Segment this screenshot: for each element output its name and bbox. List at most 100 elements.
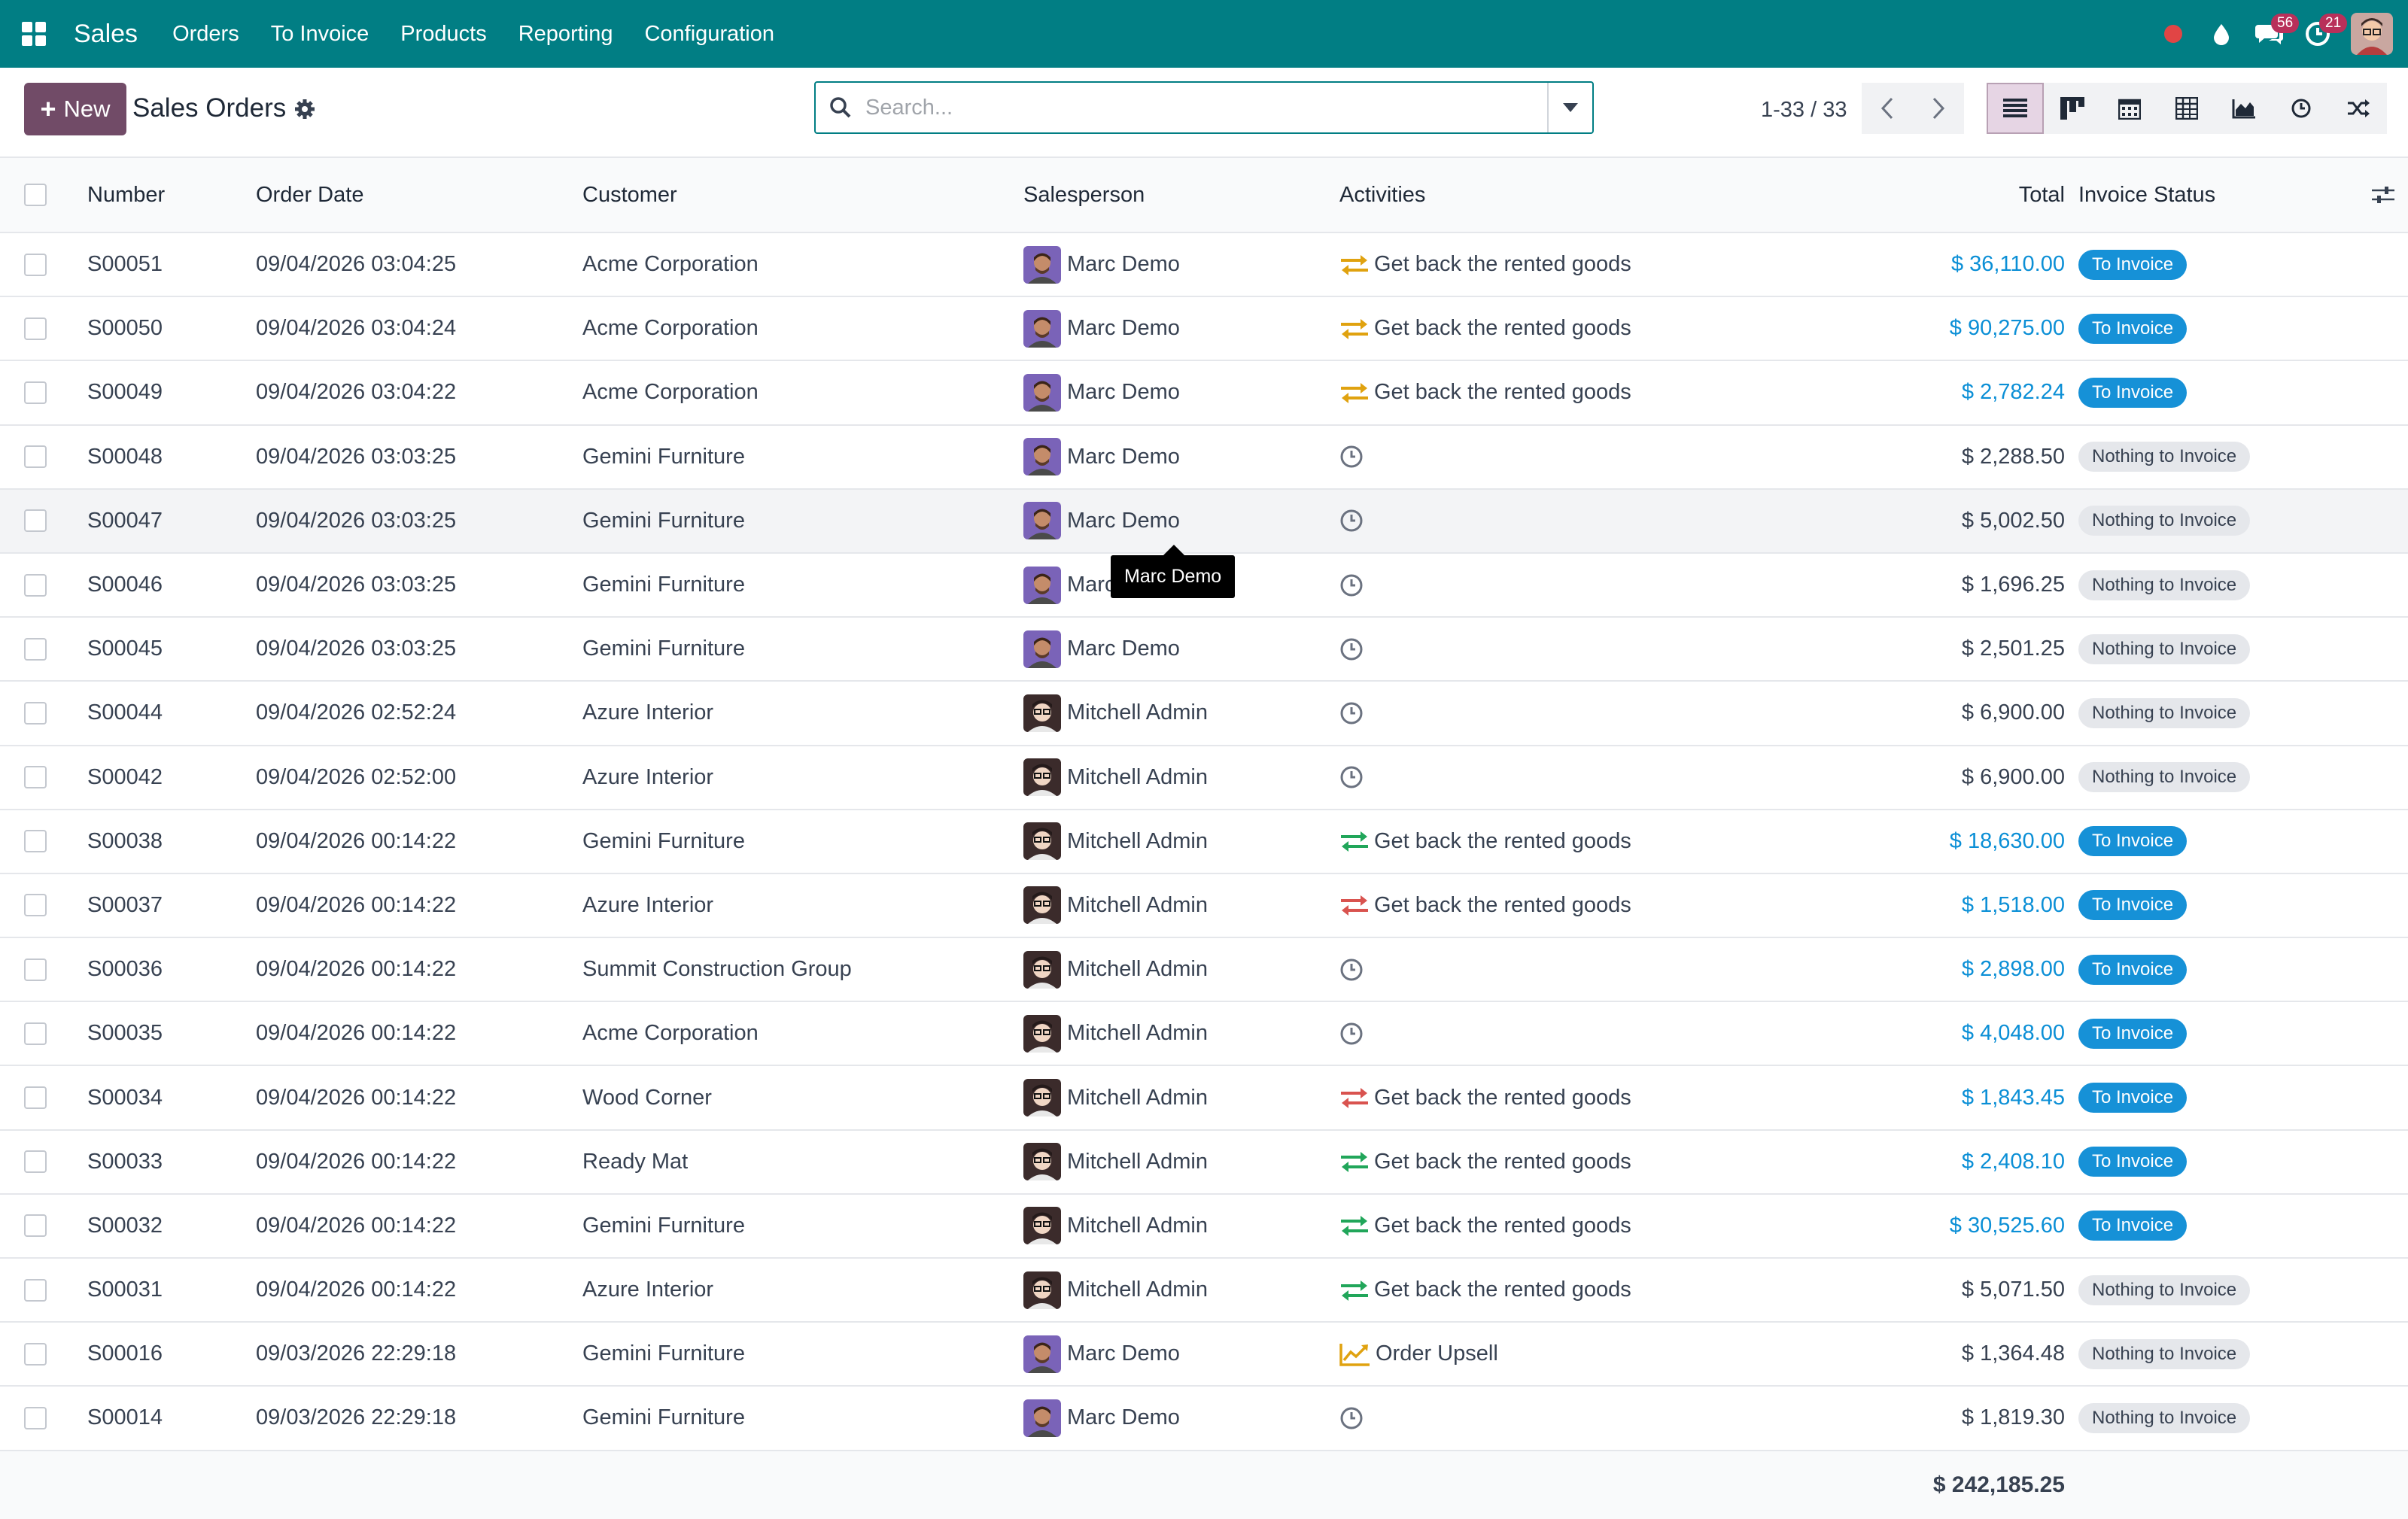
table-row[interactable]: S00038 09/04/2026 00:14:22 Gemini Furnit…	[0, 810, 2408, 874]
row-checkbox[interactable]	[24, 253, 47, 276]
menu-orders[interactable]: Orders	[172, 22, 239, 47]
salesperson-avatar[interactable]	[1023, 1014, 1061, 1053]
exchange-icon[interactable]	[1339, 254, 1370, 276]
clock-icon[interactable]	[1339, 958, 1364, 982]
row-checkbox[interactable]	[24, 381, 47, 404]
pager-next-button[interactable]	[1913, 83, 1964, 134]
salesperson-avatar[interactable]	[1023, 630, 1061, 668]
clock-icon[interactable]	[1339, 701, 1364, 725]
menu-reporting[interactable]: Reporting	[518, 22, 613, 47]
search-options-toggle[interactable]	[1547, 83, 1592, 132]
table-row[interactable]: S00014 09/03/2026 22:29:18 Gemini Furnit…	[0, 1387, 2408, 1451]
clock-icon[interactable]	[1339, 509, 1364, 533]
header-invoice-status[interactable]: Invoice Status	[2078, 158, 2215, 232]
salesperson-avatar[interactable]	[1023, 309, 1061, 348]
salesperson-cell[interactable]: Mitchell Admin	[1023, 938, 1208, 1001]
activity-cell[interactable]: Get back the rented goods	[1339, 233, 1631, 296]
table-row[interactable]: S00042 09/04/2026 02:52:00 Azure Interio…	[0, 746, 2408, 810]
salesperson-cell[interactable]: Mitchell Admin	[1023, 1131, 1208, 1193]
activity-cell[interactable]: Get back the rented goods	[1339, 874, 1631, 937]
salesperson-cell[interactable]: Marc Demo	[1023, 1387, 1180, 1449]
pager-previous-button[interactable]	[1862, 83, 1913, 134]
table-row[interactable]: S00050 09/04/2026 03:04:24 Acme Corporat…	[0, 297, 2408, 362]
salesperson-cell[interactable]: Mitchell Admin	[1023, 1002, 1208, 1065]
salesperson-avatar[interactable]	[1023, 694, 1061, 732]
activities-clock-icon[interactable]: 21	[2294, 0, 2348, 68]
activity-cell[interactable]: Get back the rented goods	[1339, 1131, 1631, 1193]
exchange-icon[interactable]	[1339, 317, 1370, 340]
salesperson-cell[interactable]: Marc Demo	[1023, 361, 1180, 424]
activity-cell[interactable]	[1339, 1387, 1368, 1449]
menu-products[interactable]: Products	[400, 22, 486, 47]
activity-view-button[interactable]	[2273, 83, 2330, 134]
salesperson-cell[interactable]: Marc Demo	[1023, 426, 1180, 488]
activity-cell[interactable]	[1339, 426, 1368, 488]
app-brand[interactable]: Sales	[74, 20, 138, 49]
status-red-dot-icon[interactable]	[2149, 0, 2197, 68]
row-checkbox[interactable]	[24, 766, 47, 789]
row-checkbox[interactable]	[24, 637, 47, 661]
activity-cell[interactable]: Get back the rented goods	[1339, 297, 1631, 360]
salesperson-avatar[interactable]	[1023, 245, 1061, 284]
salesperson-avatar[interactable]	[1023, 373, 1061, 412]
pivot-view-button[interactable]	[2158, 83, 2215, 134]
row-checkbox[interactable]	[24, 1406, 47, 1429]
kanban-view-button[interactable]	[2044, 83, 2101, 134]
upsell-chart-icon[interactable]	[1339, 1342, 1371, 1366]
clock-icon[interactable]	[1339, 765, 1364, 789]
salesperson-avatar[interactable]	[1023, 950, 1061, 989]
salesperson-avatar[interactable]	[1023, 1271, 1061, 1309]
table-row[interactable]: S00032 09/04/2026 00:14:22 Gemini Furnit…	[0, 1195, 2408, 1259]
gear-icon[interactable]	[293, 98, 316, 124]
user-avatar[interactable]	[2351, 13, 2393, 55]
salesperson-cell[interactable]: Mitchell Admin	[1023, 1066, 1208, 1129]
row-checkbox[interactable]	[24, 445, 47, 469]
drop-icon[interactable]	[2197, 0, 2245, 68]
salesperson-cell[interactable]: Marc Demo	[1023, 618, 1180, 680]
table-row[interactable]: S00037 09/04/2026 00:14:22 Azure Interio…	[0, 874, 2408, 939]
activity-cell[interactable]: Get back the rented goods	[1339, 1195, 1631, 1257]
activity-cell[interactable]	[1339, 938, 1368, 1001]
salesperson-cell[interactable]: Mitchell Admin	[1023, 810, 1208, 873]
table-row[interactable]: S00031 09/04/2026 00:14:22 Azure Interio…	[0, 1259, 2408, 1323]
table-row[interactable]: S00035 09/04/2026 00:14:22 Acme Corporat…	[0, 1002, 2408, 1067]
optional-columns-toggle[interactable]	[2372, 158, 2394, 232]
table-row[interactable]: S00049 09/04/2026 03:04:22 Acme Corporat…	[0, 361, 2408, 426]
clock-icon[interactable]	[1339, 573, 1364, 597]
calendar-view-button[interactable]	[2101, 83, 2158, 134]
header-salesperson[interactable]: Salesperson	[1023, 158, 1145, 232]
activity-cell[interactable]: Get back the rented goods	[1339, 1259, 1631, 1321]
activity-cell[interactable]: Get back the rented goods	[1339, 1066, 1631, 1129]
salesperson-cell[interactable]: Marc Demo	[1023, 490, 1180, 552]
clock-icon[interactable]	[1339, 637, 1364, 661]
exchange-icon[interactable]	[1339, 1086, 1370, 1109]
salesperson-avatar[interactable]	[1023, 1079, 1061, 1117]
header-order-date[interactable]: Order Date	[256, 158, 363, 232]
clock-icon[interactable]	[1339, 1406, 1364, 1430]
select-all-checkbox[interactable]	[24, 184, 47, 206]
salesperson-avatar[interactable]	[1023, 1207, 1061, 1245]
menu-to-invoice[interactable]: To Invoice	[271, 22, 369, 47]
row-checkbox[interactable]	[24, 1022, 47, 1045]
new-button[interactable]: + New	[24, 83, 126, 135]
salesperson-cell[interactable]: Mitchell Admin	[1023, 1259, 1208, 1321]
table-row[interactable]: S00047 09/04/2026 03:03:25 Gemini Furnit…	[0, 489, 2408, 554]
activity-cell[interactable]	[1339, 618, 1368, 680]
activity-cell[interactable]	[1339, 554, 1368, 616]
salesperson-cell[interactable]: Mitchell Admin	[1023, 1195, 1208, 1257]
messages-icon[interactable]: 56	[2245, 0, 2300, 68]
salesperson-avatar[interactable]	[1023, 886, 1061, 925]
exchange-icon[interactable]	[1339, 1150, 1370, 1173]
salesperson-avatar[interactable]	[1023, 822, 1061, 861]
exchange-icon[interactable]	[1339, 830, 1370, 852]
activity-cell[interactable]	[1339, 682, 1368, 744]
table-row[interactable]: S00036 09/04/2026 00:14:22 Summit Constr…	[0, 938, 2408, 1003]
header-total[interactable]: Total	[2019, 158, 2065, 232]
row-checkbox[interactable]	[24, 894, 47, 917]
row-checkbox[interactable]	[24, 1214, 47, 1238]
row-checkbox[interactable]	[24, 958, 47, 981]
exchange-icon[interactable]	[1339, 381, 1370, 404]
activity-cell[interactable]	[1339, 746, 1368, 809]
pager-value[interactable]: 1-33 / 33	[1761, 98, 1847, 123]
header-activities[interactable]: Activities	[1339, 158, 1425, 232]
